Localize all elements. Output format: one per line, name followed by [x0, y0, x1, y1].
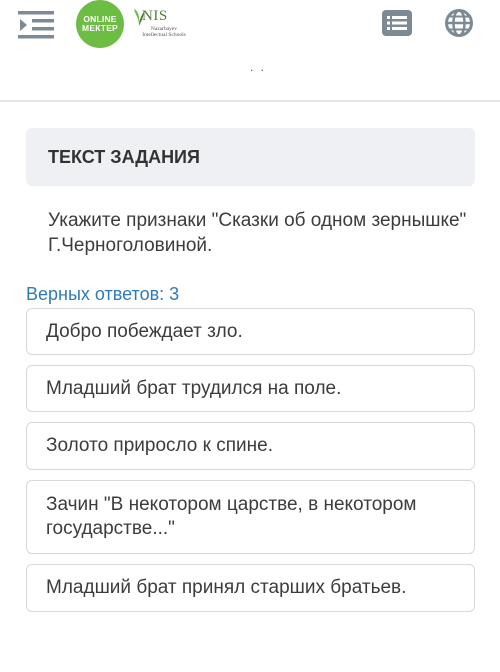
answer-option-text: Зачин "В некотором царстве, в некотором … — [46, 494, 417, 539]
answer-option-text: Добро побеждает зло. — [46, 320, 243, 342]
page-indicator: . . — [250, 60, 267, 74]
nis-logo-subtitle: Nazarbayev Intellectual Schools — [142, 26, 186, 38]
logo-line-2: МЕКТЕР — [82, 23, 118, 33]
top-bar: ONLINE МЕКТЕР NIS Nazarbayev Intellectua… — [0, 0, 500, 52]
globe-icon[interactable] — [444, 8, 474, 38]
answer-option-text: Золото приросло к спине. — [46, 435, 273, 456]
divider — [0, 100, 500, 102]
online-mektep-logo[interactable]: ONLINE МЕКТЕР — [76, 0, 124, 48]
answer-option[interactable]: Младший брат трудился на поле. — [26, 365, 475, 412]
menu-collapse-icon[interactable] — [18, 8, 58, 42]
answer-option[interactable]: Зачин "В некотором царстве, в некотором … — [26, 480, 475, 554]
list-icon[interactable] — [382, 10, 412, 36]
task-header: ТЕКСТ ЗАДАНИЯ — [26, 128, 475, 186]
answer-option[interactable]: Младший брат принял старших братьев. — [26, 564, 475, 612]
nis-logo: NIS Nazarbayev Intellectual Schools — [132, 6, 192, 50]
answer-list: Добро побеждает зло. Младший брат трудил… — [26, 308, 475, 622]
answer-option[interactable]: Добро побеждает зло. — [26, 308, 475, 355]
answer-option[interactable]: Золото приросло к спине. — [26, 422, 475, 470]
question-text: Укажите признаки "Сказки об одном зерныш… — [48, 210, 467, 256]
answer-option-text: Младший брат трудился на поле. — [46, 377, 342, 399]
answer-option-text: Младший брат принял старших братьев. — [46, 577, 407, 598]
nis-logo-title: NIS — [142, 8, 168, 24]
correct-answers-count: Верных ответов: 3 — [26, 284, 180, 304]
